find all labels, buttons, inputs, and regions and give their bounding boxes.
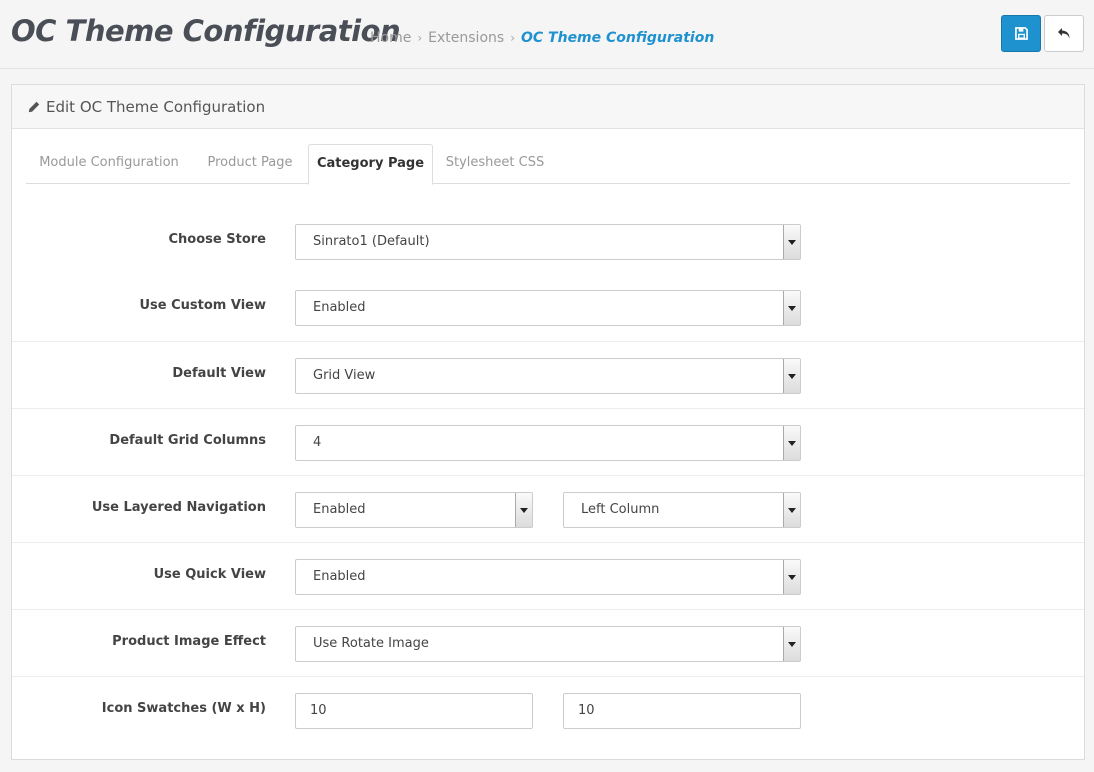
default-view-label: Default View bbox=[172, 366, 266, 381]
save-button[interactable] bbox=[1001, 15, 1041, 52]
reply-arrow-icon bbox=[1058, 28, 1070, 39]
icon-swatch-width-input[interactable]: 10 bbox=[295, 693, 533, 729]
product-image-effect-select[interactable]: Use Rotate Image bbox=[295, 626, 801, 662]
tab-stylesheet-css[interactable]: Stylesheet CSS bbox=[433, 144, 557, 184]
use-layered-navigation-value: Enabled bbox=[313, 502, 366, 517]
breadcrumb-separator-icon: › bbox=[510, 31, 515, 45]
use-custom-view-select[interactable]: Enabled bbox=[295, 290, 801, 326]
chevron-down-icon bbox=[783, 359, 800, 393]
form-row-use-custom-view: Use Custom View Enabled bbox=[12, 274, 1084, 341]
edit-panel: Edit OC Theme Configuration Module Confi… bbox=[11, 84, 1085, 760]
form-row-icon-swatches: Icon Swatches (W x H) 10 10 bbox=[12, 676, 1084, 743]
choose-store-label: Choose Store bbox=[168, 232, 266, 247]
chevron-down-icon bbox=[515, 493, 532, 527]
icon-swatches-label: Icon Swatches (W x H) bbox=[101, 701, 266, 716]
chevron-down-icon bbox=[783, 225, 800, 259]
default-view-select[interactable]: Grid View bbox=[295, 358, 801, 394]
default-grid-columns-select[interactable]: 4 bbox=[295, 425, 801, 461]
use-custom-view-value: Enabled bbox=[313, 300, 366, 315]
use-quick-view-value: Enabled bbox=[313, 569, 366, 584]
chevron-down-icon bbox=[783, 426, 800, 460]
chevron-down-icon bbox=[783, 493, 800, 527]
default-grid-columns-value: 4 bbox=[313, 435, 322, 450]
breadcrumb-separator-icon: › bbox=[417, 31, 423, 45]
layered-navigation-position-value: Left Column bbox=[581, 502, 660, 517]
breadcrumb-extensions[interactable]: Extensions bbox=[428, 30, 504, 46]
breadcrumb-current[interactable]: OC Theme Configuration bbox=[521, 30, 714, 46]
tab-bar: Module Configuration Product Page Catego… bbox=[26, 144, 1070, 185]
use-quick-view-select[interactable]: Enabled bbox=[295, 559, 801, 595]
page-title: OC Theme Configuration bbox=[11, 14, 401, 48]
product-image-effect-value: Use Rotate Image bbox=[313, 636, 429, 651]
form-row-product-image-effect: Product Image Effect Use Rotate Image bbox=[12, 609, 1084, 676]
form-row-use-quick-view: Use Quick View Enabled bbox=[12, 542, 1084, 609]
use-custom-view-label: Use Custom View bbox=[139, 298, 266, 313]
form-row-default-view: Default View Grid View bbox=[12, 341, 1084, 408]
default-grid-columns-label: Default Grid Columns bbox=[109, 433, 266, 448]
panel-heading-text: Edit OC Theme Configuration bbox=[46, 97, 266, 116]
back-button[interactable] bbox=[1044, 15, 1084, 52]
product-image-effect-label: Product Image Effect bbox=[112, 634, 266, 649]
tab-product-page[interactable]: Product Page bbox=[192, 144, 308, 184]
chevron-down-icon bbox=[783, 627, 800, 661]
form-row-default-grid-columns: Default Grid Columns 4 bbox=[12, 408, 1084, 475]
choose-store-value: Sinrato1 (Default) bbox=[313, 234, 430, 249]
icon-swatch-height-input[interactable]: 10 bbox=[563, 693, 801, 729]
use-layered-navigation-label: Use Layered Navigation bbox=[91, 500, 266, 515]
tab-category-page[interactable]: Category Page bbox=[308, 144, 433, 185]
chevron-down-icon bbox=[783, 291, 800, 325]
default-view-value: Grid View bbox=[313, 368, 376, 383]
layered-navigation-position-select[interactable]: Left Column bbox=[563, 492, 801, 528]
use-layered-navigation-select[interactable]: Enabled bbox=[295, 492, 533, 528]
breadcrumb-home[interactable]: Home bbox=[370, 30, 411, 46]
pencil-icon bbox=[28, 101, 40, 113]
chevron-down-icon bbox=[783, 560, 800, 594]
tab-module-configuration[interactable]: Module Configuration bbox=[26, 144, 192, 184]
breadcrumb: Home › Extensions › OC Theme Configurati… bbox=[370, 30, 714, 46]
panel-heading: Edit OC Theme Configuration bbox=[12, 85, 1084, 129]
form-row-use-layered-navigation: Use Layered Navigation Enabled Left Colu… bbox=[12, 475, 1084, 542]
form-row-choose-store: Choose Store Sinrato1 (Default) bbox=[12, 208, 1084, 275]
page-header: OC Theme Configuration Home › Extensions… bbox=[0, 0, 1094, 69]
use-quick-view-label: Use Quick View bbox=[153, 567, 266, 582]
choose-store-select[interactable]: Sinrato1 (Default) bbox=[295, 224, 801, 260]
floppy-disk-icon bbox=[1014, 27, 1028, 40]
